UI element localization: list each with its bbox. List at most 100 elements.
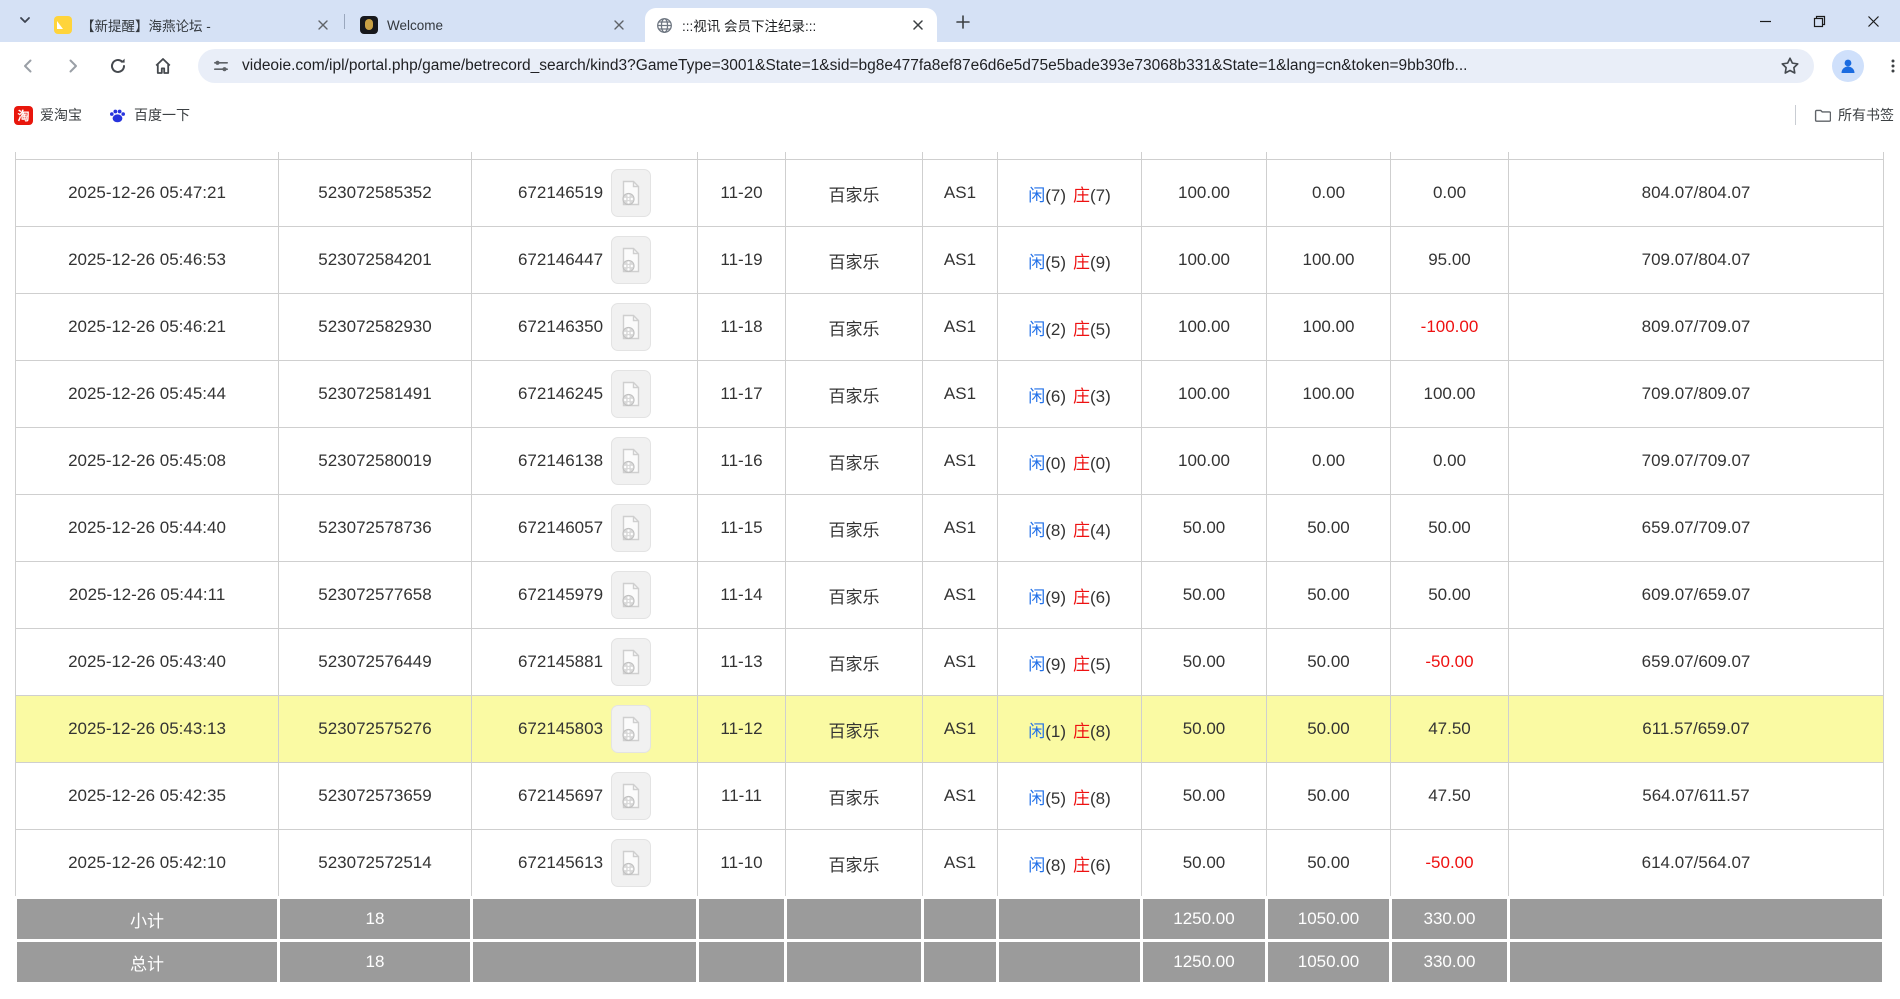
cell-bet-amount: 50.00	[1142, 562, 1267, 629]
cell-bet-amount: 100.00	[1142, 227, 1267, 294]
home-button[interactable]	[146, 49, 180, 83]
cell-balance: 709.07/804.07	[1509, 227, 1884, 294]
cell-order-number: 523072575276	[279, 696, 472, 763]
tab-forum[interactable]: 【新提醒】海燕论坛 -	[44, 8, 342, 42]
back-button[interactable]	[11, 49, 45, 83]
video-replay-icon[interactable]	[611, 638, 651, 686]
player-label: 闲	[1028, 253, 1045, 272]
address-bar[interactable]: videoie.com/ipl/portal.php/game/betrecor…	[198, 49, 1814, 83]
cell-order-number: 523072578736	[279, 495, 472, 562]
banker-points: (6)	[1090, 588, 1111, 607]
player-points: (8)	[1045, 521, 1066, 540]
player-points: (5)	[1045, 789, 1066, 808]
url-text[interactable]: videoie.com/ipl/portal.php/game/betrecor…	[242, 57, 1778, 75]
close-icon[interactable]	[909, 16, 927, 34]
bet-row[interactable]: 2025-12-26 05:46:53 523072584201 6721464…	[16, 227, 1884, 294]
cell-bet-time: 2025-12-26 05:44:11	[16, 562, 279, 629]
cell-bet-time: 2025-12-26 05:42:35	[16, 763, 279, 830]
cell-balance: 564.07/611.57	[1509, 763, 1884, 830]
game-number-text: 672145881	[518, 652, 603, 672]
new-tab-button[interactable]	[950, 10, 976, 34]
bet-row[interactable]: 2025-12-26 05:44:40 523072578736 6721460…	[16, 495, 1884, 562]
banker-label: 庄	[1073, 186, 1090, 205]
cell-win-loss: -100.00	[1391, 294, 1509, 361]
bet-row[interactable]: 2025-12-26 05:42:10 523072572514 6721456…	[16, 830, 1884, 898]
bet-row[interactable]: 2025-12-26 05:44:11 523072577658 6721459…	[16, 562, 1884, 629]
restore-button[interactable]	[1792, 0, 1846, 42]
video-replay-icon[interactable]	[611, 504, 651, 552]
summary-winloss-total: 330.00	[1391, 898, 1509, 941]
cell-valid-amount: 50.00	[1267, 763, 1391, 830]
bookmark-star-icon[interactable]	[1778, 54, 1802, 78]
cell-order-number: 523072577658	[279, 562, 472, 629]
cell-bet-content: 闲(0)庄(0)	[998, 428, 1142, 495]
cell-order-number: 523072573659	[279, 763, 472, 830]
cell-valid-amount: 0.00	[1267, 428, 1391, 495]
cell-table-code: AS1	[923, 227, 998, 294]
forward-button[interactable]	[56, 49, 90, 83]
video-replay-icon[interactable]	[611, 571, 651, 619]
cell-game-number: 672146447	[472, 227, 698, 294]
site-info-icon[interactable]	[210, 55, 232, 77]
banker-label: 庄	[1073, 722, 1090, 741]
bet-row[interactable]: 2025-12-26 05:46:21 523072582930 6721463…	[16, 294, 1884, 361]
cell-valid-amount: 100.00	[1267, 361, 1391, 428]
cell-bet-amount: 50.00	[1142, 830, 1267, 898]
tab-search-button[interactable]	[12, 10, 38, 34]
close-icon[interactable]	[314, 16, 332, 34]
cell-valid-amount: 100.00	[1267, 294, 1391, 361]
bet-row[interactable]: 2025-12-26 05:47:21 523072585352 6721465…	[16, 160, 1884, 227]
bookmark-label: 爱淘宝	[40, 105, 82, 125]
browser-toolbar: videoie.com/ipl/portal.php/game/betrecor…	[0, 42, 1900, 90]
game-number-text: 672146245	[518, 384, 603, 404]
minimize-button[interactable]	[1738, 0, 1792, 42]
cell-balance: 709.07/809.07	[1509, 361, 1884, 428]
cell-bet-time: 2025-12-26 05:47:21	[16, 160, 279, 227]
video-replay-icon[interactable]	[611, 370, 651, 418]
cell-valid-amount: 100.00	[1267, 227, 1391, 294]
bet-row[interactable]: 2025-12-26 05:43:40 523072576449 6721458…	[16, 629, 1884, 696]
player-points: (7)	[1045, 186, 1066, 205]
video-replay-icon[interactable]	[611, 772, 651, 820]
bookmark-baidu[interactable]: 百度一下	[108, 98, 190, 132]
cell-round: 11-14	[698, 562, 786, 629]
cell-round: 11-19	[698, 227, 786, 294]
summary-valid-total: 1050.00	[1267, 898, 1391, 941]
video-replay-icon[interactable]	[611, 705, 651, 753]
cell-bet-content: 闲(2)庄(5)	[998, 294, 1142, 361]
mail-icon	[54, 16, 72, 34]
summary-count: 18	[279, 941, 472, 984]
video-replay-icon[interactable]	[611, 839, 651, 887]
bet-row[interactable]: 2025-12-26 05:43:13 523072575276 6721458…	[16, 696, 1884, 763]
video-replay-icon[interactable]	[611, 437, 651, 485]
cell-game-number: 672146350	[472, 294, 698, 361]
close-icon[interactable]	[610, 16, 628, 34]
close-window-button[interactable]	[1846, 0, 1900, 42]
tab-bet-record-active[interactable]: :::视讯 会员下注纪录:::	[645, 8, 937, 42]
player-points: (8)	[1045, 856, 1066, 875]
tab-welcome[interactable]: Welcome	[350, 8, 638, 42]
bet-row[interactable]: 2025-12-26 05:45:08 523072580019 6721461…	[16, 428, 1884, 495]
cell-balance: 809.07/709.07	[1509, 294, 1884, 361]
cell-round: 11-12	[698, 696, 786, 763]
cell-win-loss: 100.00	[1391, 361, 1509, 428]
video-replay-icon[interactable]	[611, 303, 651, 351]
all-bookmarks-button[interactable]: 所有书签	[1814, 105, 1894, 125]
video-replay-icon[interactable]	[611, 169, 651, 217]
cell-bet-time: 2025-12-26 05:46:53	[16, 227, 279, 294]
profile-avatar[interactable]	[1832, 50, 1864, 82]
reload-button[interactable]	[101, 49, 135, 83]
video-replay-icon[interactable]	[611, 236, 651, 284]
cell-table-code: AS1	[923, 696, 998, 763]
tab-title: 【新提醒】海燕论坛 -	[81, 15, 306, 35]
bet-row[interactable]: 2025-12-26 05:42:35 523072573659 6721456…	[16, 763, 1884, 830]
banker-points: (6)	[1090, 856, 1111, 875]
cell-game-type: 百家乐	[786, 361, 923, 428]
window-controls	[1738, 0, 1900, 42]
bookmark-taobao[interactable]: 淘 爱淘宝	[14, 98, 82, 132]
browser-menu-icon[interactable]	[1880, 49, 1900, 83]
summary-bet-total: 1250.00	[1142, 898, 1267, 941]
bet-row[interactable]: 2025-12-26 05:45:44 523072581491 6721462…	[16, 361, 1884, 428]
cell-bet-time: 2025-12-26 05:43:40	[16, 629, 279, 696]
cell-valid-amount: 0.00	[1267, 160, 1391, 227]
